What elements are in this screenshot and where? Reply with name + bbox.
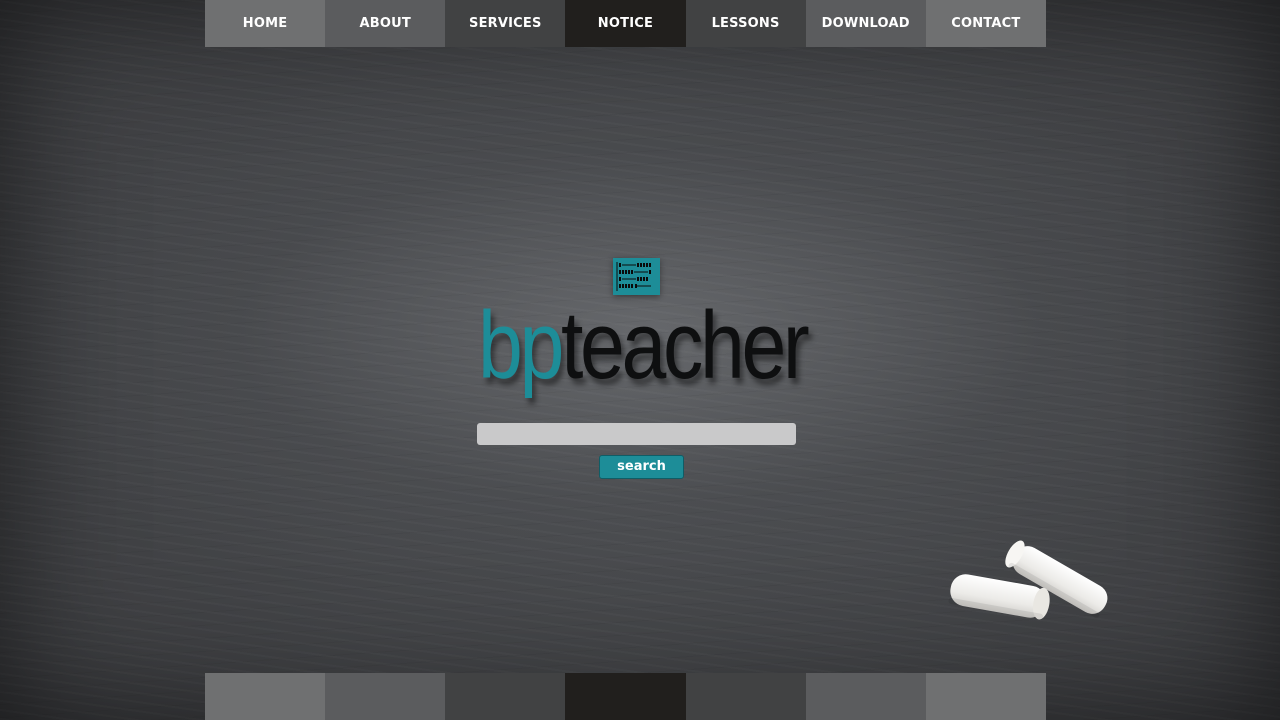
bottom-color-bar <box>205 673 1046 720</box>
nav-item-home[interactable]: HOME <box>205 0 326 47</box>
nav-item-lessons[interactable]: LESSONS <box>685 0 806 47</box>
bottom-bar-block <box>445 673 566 720</box>
bottom-bar-block <box>205 673 326 720</box>
bottom-bar-block <box>805 673 926 720</box>
bottom-bar-block <box>925 673 1046 720</box>
nav-item-contact[interactable]: CONTACT <box>925 0 1046 47</box>
bottom-bar-block <box>685 673 806 720</box>
search-button[interactable]: search <box>599 455 684 479</box>
nav-item-services[interactable]: SERVICES <box>445 0 566 47</box>
search-input[interactable] <box>477 423 796 445</box>
brand-suffix: teacher <box>560 292 810 399</box>
bottom-bar-block <box>325 673 446 720</box>
nav-item-download[interactable]: DOWNLOAD <box>805 0 926 47</box>
abacus-icon <box>613 258 660 295</box>
brand-prefix: bp <box>478 292 564 399</box>
top-nav-bar: HOME ABOUT SERVICES NOTICE LESSONS DOWNL… <box>205 0 1046 47</box>
brand-wordmark: bpteacher <box>478 296 810 396</box>
nav-item-about[interactable]: ABOUT <box>325 0 446 47</box>
chalk-pieces-image <box>940 530 1130 630</box>
nav-item-notice[interactable]: NOTICE <box>565 0 686 47</box>
bottom-bar-block <box>565 673 686 720</box>
